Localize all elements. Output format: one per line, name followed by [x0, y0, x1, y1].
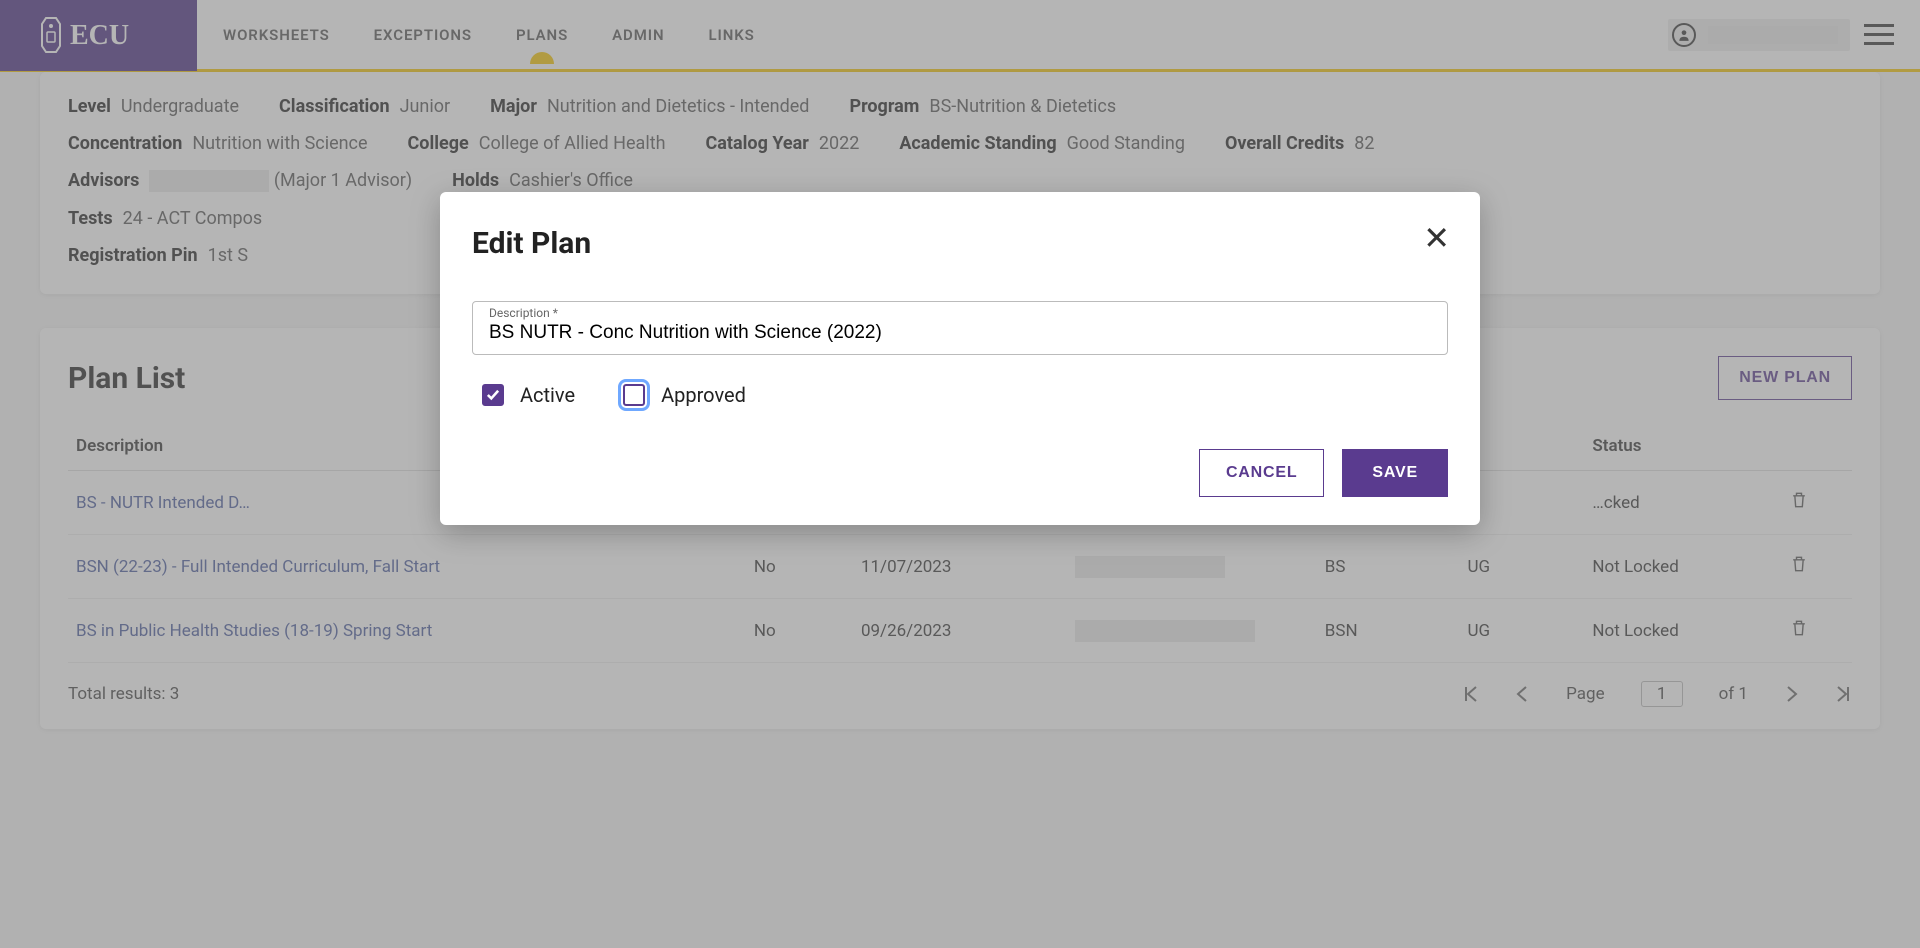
approved-checkbox[interactable] [623, 384, 645, 406]
modal-scrim[interactable]: Edit Plan ✕ Description * Active Approve… [0, 0, 1920, 948]
close-icon[interactable]: ✕ [1423, 222, 1450, 254]
approved-label: Approved [661, 383, 746, 407]
save-button[interactable]: SAVE [1342, 449, 1448, 497]
edit-plan-modal: Edit Plan ✕ Description * Active Approve… [440, 192, 1480, 525]
modal-title: Edit Plan [472, 226, 1448, 261]
description-label: Description * [489, 306, 558, 320]
description-field-wrapper: Description * [472, 301, 1448, 355]
cancel-button[interactable]: CANCEL [1199, 449, 1324, 497]
active-checkbox[interactable] [482, 384, 504, 406]
active-label: Active [520, 383, 575, 407]
description-input[interactable] [489, 312, 1431, 344]
